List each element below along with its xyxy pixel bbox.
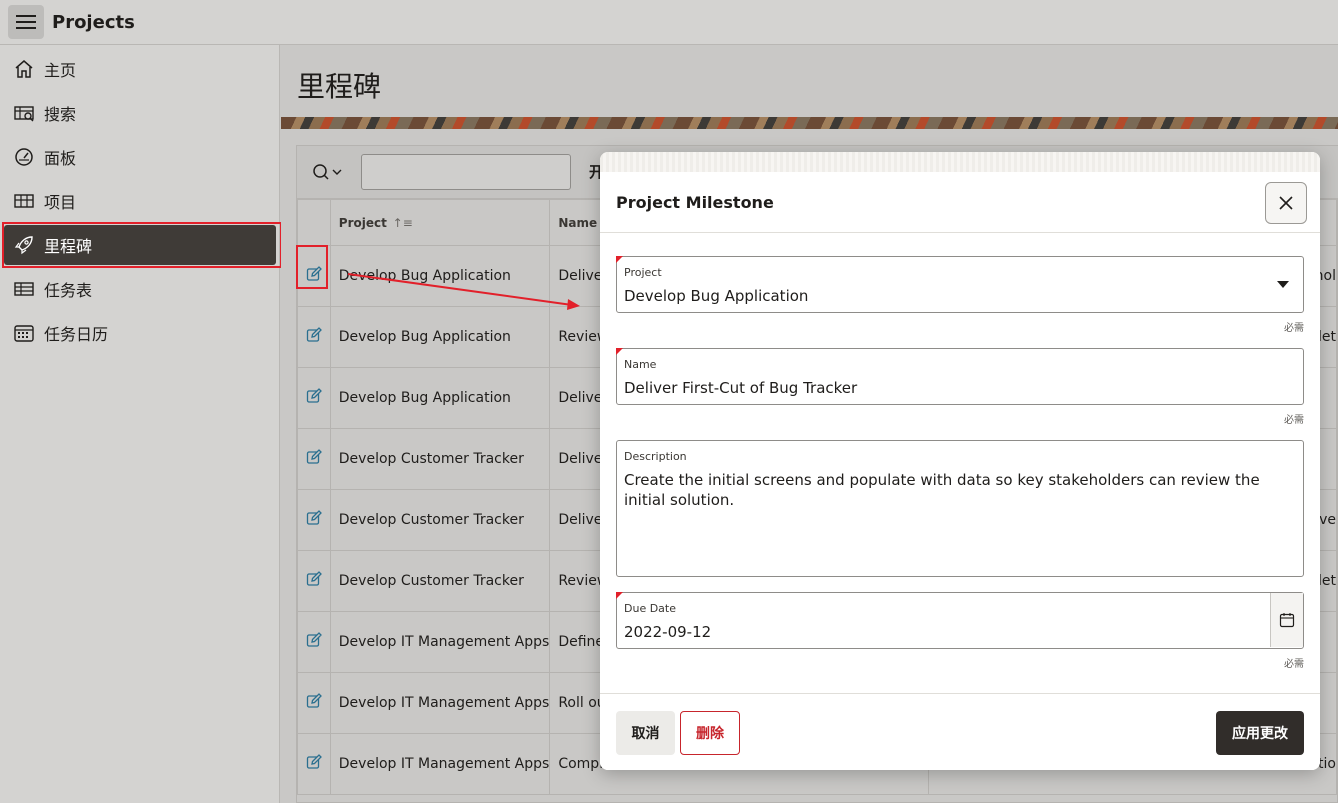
search-column-button[interactable] (313, 162, 347, 184)
sidebar-item-projects[interactable]: 项目 (4, 181, 276, 221)
table-icon (13, 278, 35, 300)
search-list-icon (13, 102, 35, 124)
calendar-icon (13, 322, 35, 344)
sidebar-item-label: 主页 (44, 61, 77, 80)
cell-project: Develop Bug Application (329, 306, 551, 368)
project-milestone-dialog: Project Milestone Project Develop Bug Ap… (600, 152, 1320, 770)
required-note: 必需 (1284, 323, 1304, 334)
edit-icon[interactable] (306, 693, 322, 709)
page-title: 里程碑 (297, 70, 382, 103)
due-date-value: 2022-09-12 (624, 623, 712, 641)
due-date-label: Due Date (624, 602, 676, 615)
due-date-field[interactable]: Due Date 2022-09-12 (616, 592, 1304, 649)
delete-button[interactable]: 删除 (680, 711, 740, 755)
edit-icon[interactable] (306, 632, 322, 648)
hamburger-menu-button[interactable] (8, 5, 44, 39)
close-icon (1279, 196, 1293, 210)
description-value: Create the initial screens and populate … (624, 471, 1260, 509)
sidebar-item-label: 任务表 (44, 281, 93, 300)
dialog-title: Project Milestone (616, 193, 774, 212)
close-button[interactable] (1265, 182, 1307, 224)
cell-project: Develop Customer Tracker (329, 428, 551, 490)
project-value: Develop Bug Application (624, 287, 809, 305)
cell-project: Develop Bug Application (329, 367, 551, 429)
sidebar-item-label: 面板 (44, 149, 77, 168)
sidebar-nav: 主页 搜索 面板 项目 里程碑 任务表 任务日历 (0, 45, 282, 803)
edit-icon[interactable] (306, 388, 322, 404)
required-note: 必需 (1284, 415, 1304, 426)
sidebar-item-label: 搜索 (44, 105, 77, 124)
cell-project: Develop IT Management Apps (329, 733, 551, 795)
sidebar-item-label: 项目 (44, 193, 77, 212)
edit-icon[interactable] (306, 510, 322, 526)
date-picker-button[interactable] (1270, 593, 1303, 647)
column-header-project[interactable]: Project ↑≡ (329, 199, 551, 246)
edit-cell (297, 550, 331, 612)
edit-icon[interactable] (306, 571, 322, 587)
top-bar: Projects (0, 0, 1338, 45)
edit-icon[interactable] (306, 449, 322, 465)
cell-project: Develop Customer Tracker (329, 489, 551, 551)
cell-project: Develop Customer Tracker (329, 550, 551, 612)
description-textarea[interactable]: Description Create the initial screens a… (616, 440, 1304, 577)
sidebar-item-dashboard[interactable]: 面板 (4, 137, 276, 177)
cell-project: Develop Bug Application (329, 245, 551, 307)
dialog-header: Project Milestone (600, 152, 1320, 233)
edit-cell (297, 672, 331, 734)
sidebar-item-task-table[interactable]: 任务表 (4, 269, 276, 309)
name-value: Deliver First-Cut of Bug Tracker (624, 379, 858, 397)
home-icon (13, 58, 35, 80)
name-field[interactable]: Name Deliver First-Cut of Bug Tracker (616, 348, 1304, 405)
description-label: Description (624, 450, 687, 463)
hamburger-icon (16, 15, 36, 29)
grid-table-icon (13, 190, 35, 212)
project-select[interactable]: Project Develop Bug Application (616, 256, 1304, 313)
search-input[interactable] (361, 154, 571, 190)
calendar-icon (1279, 613, 1295, 628)
sidebar-item-label: 里程碑 (44, 237, 93, 256)
required-indicator (616, 348, 623, 355)
cell-project: Develop IT Management Apps (329, 672, 551, 734)
sort-ascending-icon: ↑≡ (388, 215, 413, 230)
search-icon (313, 164, 342, 180)
dialog-footer: 取消 删除 应用更改 (600, 693, 1320, 770)
name-label: Name (624, 358, 657, 371)
edit-column-header (297, 199, 331, 246)
project-label: Project (624, 266, 662, 279)
edit-icon[interactable] (306, 754, 322, 770)
rocket-icon (13, 234, 35, 256)
sidebar-item-search[interactable]: 搜索 (4, 93, 276, 133)
cell-project: Develop IT Management Apps (329, 611, 551, 673)
decorative-banner (281, 117, 1338, 129)
edit-cell (297, 428, 331, 490)
edit-icon[interactable] (306, 327, 322, 343)
edit-cell (297, 489, 331, 551)
chevron-down-icon (1277, 281, 1289, 288)
required-indicator (616, 256, 623, 263)
edit-cell (297, 733, 331, 795)
dialog-header-texture (600, 152, 1320, 172)
edit-cell (297, 611, 331, 673)
sidebar-item-home[interactable]: 主页 (4, 49, 276, 89)
sidebar-item-milestones[interactable]: 里程碑 (4, 225, 276, 265)
sidebar-item-label: 任务日历 (44, 325, 109, 344)
edit-cell (297, 245, 331, 307)
edit-cell (297, 367, 331, 429)
app-title[interactable]: Projects (52, 12, 135, 33)
apply-changes-button[interactable]: 应用更改 (1216, 711, 1304, 755)
edit-cell (297, 306, 331, 368)
required-note: 必需 (1284, 659, 1304, 670)
edit-icon[interactable] (306, 266, 322, 282)
dashboard-gauge-icon (13, 146, 35, 168)
cancel-button[interactable]: 取消 (616, 711, 675, 755)
sidebar-item-task-calendar[interactable]: 任务日历 (4, 313, 276, 353)
required-indicator (616, 592, 623, 599)
